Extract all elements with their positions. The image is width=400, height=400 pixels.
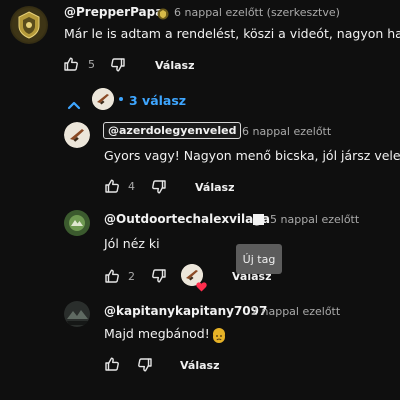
- thumb-down-icon[interactable]: [137, 357, 153, 373]
- reply-author[interactable]: @azerdolegyenveled: [103, 122, 242, 139]
- member-badge-icon: [253, 214, 264, 225]
- azerdolegyenveled-avatar[interactable]: [64, 122, 90, 148]
- reply-timestamp: 6 nappal ezelőtt: [242, 125, 332, 138]
- prepperpapa-logo: [12, 8, 46, 42]
- comments-section: @PrepperPapa 6 nappal ezelőtt (szerkeszt…: [0, 0, 400, 400]
- thumb-up-icon[interactable]: [104, 178, 120, 194]
- prepperpapa-avatar[interactable]: [10, 6, 48, 44]
- replies-dot: [119, 97, 123, 101]
- kapitanykapitany-avatar[interactable]: [64, 301, 90, 327]
- membership-badge-icon: [157, 5, 169, 20]
- like-count: 4: [128, 180, 135, 193]
- reply-timestamp: 2 nappal ezelőtt: [251, 305, 341, 318]
- creator-avatar: [92, 88, 114, 110]
- knife-logo: [64, 122, 90, 148]
- thumb-down-icon[interactable]: [110, 57, 126, 73]
- worried-face-emoji: [213, 328, 225, 343]
- reply-button[interactable]: Válasz: [195, 181, 234, 194]
- thumb-down-icon[interactable]: [151, 179, 167, 195]
- creator-heart-icon: [196, 277, 207, 296]
- new-member-tooltip: Új tag: [236, 244, 282, 274]
- reply-text: Gyors vagy! Nagyon menő bicska, jól járs…: [104, 148, 400, 163]
- like-count: 2: [128, 270, 135, 283]
- thumb-up-icon[interactable]: [63, 56, 79, 72]
- like-count: 5: [88, 58, 95, 71]
- reply-timestamp: 5 nappal ezelőtt: [270, 213, 360, 226]
- replies-toggle-label[interactable]: 3 válasz: [129, 93, 186, 108]
- comment-author[interactable]: @PrepperPapa: [64, 5, 163, 19]
- thumb-down-icon[interactable]: [151, 268, 167, 284]
- reply-author[interactable]: @kapitanykapitany7097: [104, 304, 267, 318]
- outdoor-logo: [64, 210, 90, 236]
- reply-text: Jól néz ki: [104, 236, 160, 251]
- reply-button[interactable]: Válasz: [180, 359, 219, 372]
- comment-timestamp: 6 nappal ezelőtt (szerkesztve): [174, 6, 340, 19]
- outdoortechalexvilaga-avatar[interactable]: [64, 210, 90, 236]
- thumb-up-icon[interactable]: [104, 356, 120, 372]
- reply-author[interactable]: @Outdoortechalexvilaga: [104, 212, 270, 226]
- thumb-up-icon[interactable]: [104, 268, 120, 284]
- landscape-photo: [64, 301, 90, 327]
- chevron-up-icon[interactable]: [67, 95, 81, 114]
- comment-text: Már le is adtam a rendelést, köszi a vid…: [64, 26, 400, 41]
- reply-button[interactable]: Válasz: [155, 59, 194, 72]
- knife-logo: [92, 88, 114, 110]
- reply-text: Majd megbánod!: [104, 326, 210, 341]
